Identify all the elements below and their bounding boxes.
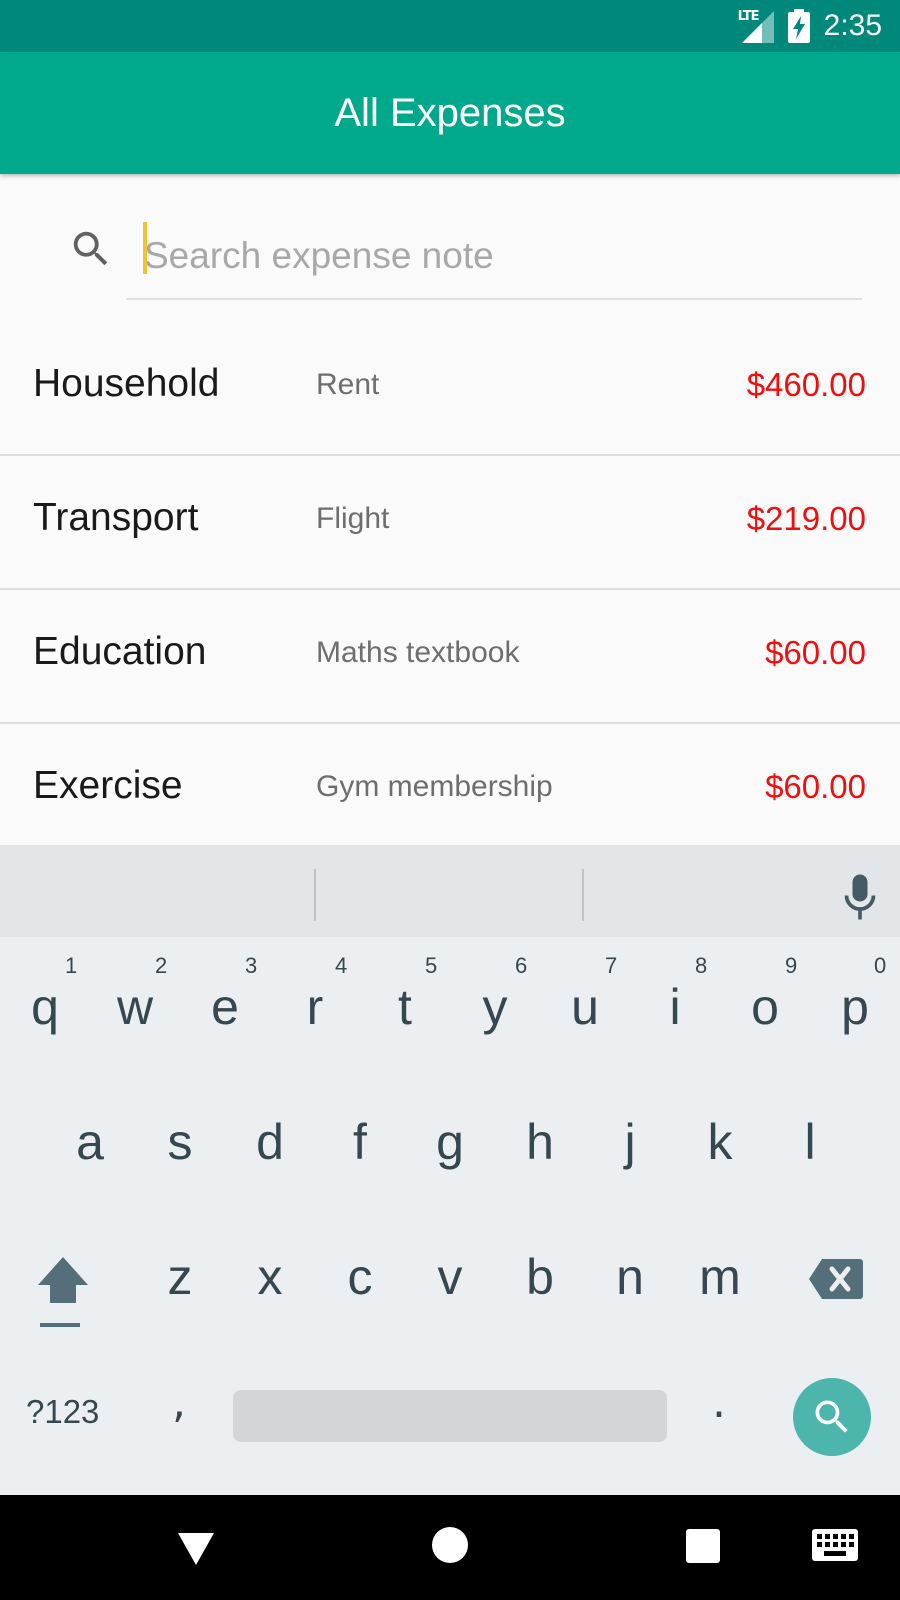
key-hint-0: 0 xyxy=(874,953,887,978)
key-z[interactable]: z xyxy=(135,1217,225,1337)
list-item[interactable]: Exercise Gym membership $60.00 xyxy=(0,724,900,858)
key-j[interactable]: j xyxy=(585,1082,675,1202)
search-icon xyxy=(73,231,108,266)
key-m[interactable]: m xyxy=(675,1217,765,1337)
key-x[interactable]: x xyxy=(225,1217,315,1337)
key-hint-4: 4 xyxy=(335,953,348,978)
keyboard-icon[interactable] xyxy=(812,1529,858,1561)
key-k[interactable]: k xyxy=(675,1082,765,1202)
home-circle-icon[interactable] xyxy=(432,1527,468,1563)
expense-category: Education xyxy=(33,630,207,673)
expense-category: Exercise xyxy=(33,764,183,807)
symbols-key[interactable]: ?123 xyxy=(26,1393,99,1431)
backspace-icon[interactable] xyxy=(808,1257,864,1301)
search-action-button[interactable] xyxy=(793,1378,871,1456)
expense-amount: $60.00 xyxy=(765,768,866,805)
key-hint-8: 8 xyxy=(695,953,708,978)
expense-note: Maths textbook xyxy=(316,636,520,669)
key-hint-1: 1 xyxy=(65,953,78,978)
expense-note: Gym membership xyxy=(316,770,553,803)
key-h[interactable]: h xyxy=(495,1082,585,1202)
suggestion-divider xyxy=(314,869,316,921)
list-item[interactable]: Household Rent $460.00 xyxy=(0,322,900,456)
key-d[interactable]: d xyxy=(225,1082,315,1202)
key-f[interactable]: f xyxy=(315,1082,405,1202)
space-bar[interactable] xyxy=(233,1390,667,1442)
key-g[interactable]: g xyxy=(405,1082,495,1202)
expense-list: Household Rent $460.00 Transport Flight … xyxy=(0,322,900,858)
soft-keyboard: q w e r t y u i o p 1 2 3 4 5 6 7 8 9 0 … xyxy=(0,845,900,1495)
navigation-bar xyxy=(0,1495,900,1600)
key-a[interactable]: a xyxy=(45,1082,135,1202)
key-b[interactable]: b xyxy=(495,1217,585,1337)
expense-note: Rent xyxy=(316,368,380,401)
key-hint-2: 2 xyxy=(155,953,168,978)
app-bar: All Expenses xyxy=(0,52,900,174)
page-title: All Expenses xyxy=(334,90,566,135)
key-hint-6: 6 xyxy=(515,953,528,978)
status-bar: LTE 2:35 xyxy=(0,0,900,52)
key-hint-5: 5 xyxy=(425,953,438,978)
expense-amount: $219.00 xyxy=(746,500,866,537)
shift-icon[interactable] xyxy=(28,1245,98,1335)
battery-charging-icon xyxy=(787,9,810,43)
search-icon xyxy=(815,1400,848,1433)
back-triangle-icon[interactable] xyxy=(176,1531,216,1567)
clock: 2:35 xyxy=(823,9,882,42)
expense-amount: $460.00 xyxy=(746,366,866,403)
key-hint-3: 3 xyxy=(245,953,258,978)
microphone-icon[interactable] xyxy=(842,873,878,921)
text-cursor xyxy=(143,222,147,274)
comma-key[interactable]: , xyxy=(172,1377,186,1428)
expense-amount: $60.00 xyxy=(765,634,866,671)
key-s[interactable]: s xyxy=(135,1082,225,1202)
recents-square-icon[interactable] xyxy=(686,1529,720,1563)
key-n[interactable]: n xyxy=(585,1217,675,1337)
period-key[interactable]: . xyxy=(712,1377,726,1428)
key-v[interactable]: v xyxy=(405,1217,495,1337)
list-item[interactable]: Education Maths textbook $60.00 xyxy=(0,590,900,724)
key-hint-7: 7 xyxy=(605,953,618,978)
search-input[interactable] xyxy=(126,214,862,300)
suggestion-bar xyxy=(0,845,900,937)
expense-category: Transport xyxy=(33,496,199,539)
suggestion-divider xyxy=(582,869,584,921)
key-hint-9: 9 xyxy=(785,953,798,978)
expense-note: Flight xyxy=(316,502,390,535)
key-c[interactable]: c xyxy=(315,1217,405,1337)
expense-category: Household xyxy=(33,362,220,405)
key-l[interactable]: l xyxy=(765,1082,855,1202)
key-p[interactable]: p xyxy=(810,947,900,1067)
list-item[interactable]: Transport Flight $219.00 xyxy=(0,456,900,590)
lte-signal-icon: LTE xyxy=(738,9,774,43)
status-icons: LTE 2:35 xyxy=(738,0,882,52)
